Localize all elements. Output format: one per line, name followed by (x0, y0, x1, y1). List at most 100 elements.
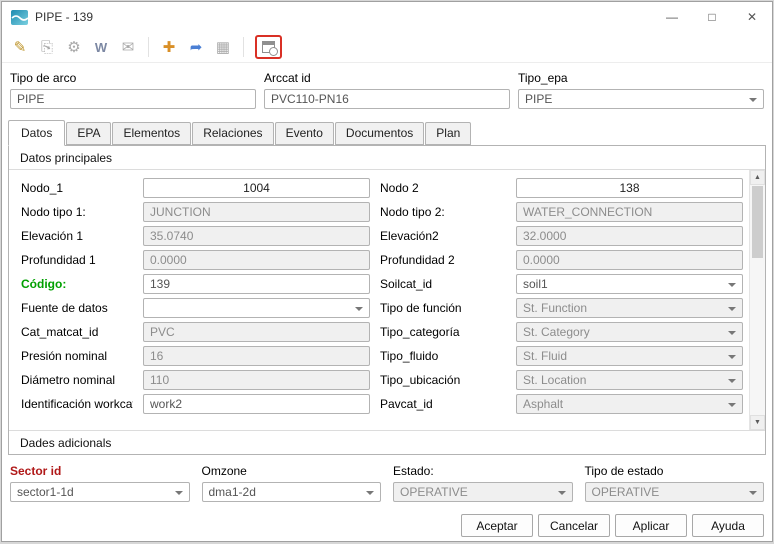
estado-group: Estado: OPERATIVE (393, 464, 573, 502)
mail-icon[interactable]: ✉ (116, 35, 140, 59)
chevron-down-icon (728, 283, 736, 287)
tipo-de-estado-group: Tipo de estado OPERATIVE (584, 464, 764, 502)
date-picker-button[interactable] (255, 35, 282, 59)
tipo-categoria-label: Tipo_categoría (380, 325, 460, 339)
diametro-nominal-field: 110 (143, 370, 370, 390)
edit-icon[interactable]: ✎ (8, 35, 32, 59)
aplicar-button[interactable]: Aplicar (615, 514, 687, 537)
estado-label: Estado: (393, 464, 434, 478)
window-controls: — □ ✕ (652, 2, 772, 32)
cat-matcat-id-field: PVC (143, 322, 370, 342)
minimize-button[interactable]: — (652, 2, 692, 32)
pavcat-id-value: Asphalt (523, 397, 564, 411)
date-picker-icon (262, 41, 278, 56)
chevron-down-icon (728, 403, 736, 407)
presion-nominal-label: Presión nominal (21, 349, 108, 363)
fuente-de-datos-select[interactable] (143, 298, 370, 318)
chevron-down-icon (728, 331, 736, 335)
tab-epa[interactable]: EPA (66, 122, 112, 145)
tipo-de-funcion-select: St. Function (516, 298, 743, 318)
aceptar-button[interactable]: Aceptar (461, 514, 533, 537)
codigo-field[interactable]: 139 (143, 274, 370, 294)
presion-nominal-field: 16 (143, 346, 370, 366)
identificacion-workcat-field[interactable]: work2 (143, 394, 370, 414)
vertical-scrollbar[interactable]: ▲ ▼ (749, 170, 765, 430)
fuente-de-datos-label: Fuente de datos (21, 301, 108, 315)
nodo-1-field[interactable]: 1004 (143, 178, 370, 198)
omzone-value: dma1-2d (208, 485, 256, 499)
chevron-down-icon (749, 491, 757, 495)
tipo-epa-select[interactable]: PIPE (518, 89, 764, 109)
profundidad-2-label: Profundidad 2 (380, 253, 455, 267)
scroll-up-icon[interactable]: ▲ (750, 170, 765, 185)
sector-id-value: sector1-1d (17, 485, 74, 499)
word-export-icon[interactable]: W (89, 35, 113, 59)
chevron-down-icon (749, 98, 757, 102)
cancelar-button[interactable]: Cancelar (538, 514, 610, 537)
arccat-id-field[interactable]: PVC110-PN16 (264, 89, 510, 109)
maximize-button[interactable]: □ (692, 2, 732, 32)
scrollbar-thumb[interactable] (752, 186, 763, 258)
estado-value: OPERATIVE (400, 485, 468, 499)
nodo-tipo-1-field: JUNCTION (143, 202, 370, 222)
cat-matcat-id-label: Cat_matcat_id (21, 325, 99, 339)
tipo-de-funcion-label: Tipo de función (380, 301, 462, 315)
tab-documentos[interactable]: Documentos (334, 122, 425, 145)
nodo-2-label: Nodo 2 (380, 181, 419, 195)
scrollbar-track[interactable] (750, 185, 765, 415)
form-grid: Nodo_1 1004 Nodo 2 138 Nodo tipo 1: JUNC… (9, 170, 749, 430)
elevacion-2-field: 32.0000 (516, 226, 743, 246)
ayuda-button[interactable]: Ayuda (692, 514, 764, 537)
dialog-buttons: Aceptar Cancelar Aplicar Ayuda (2, 506, 772, 537)
nodo-2-field[interactable]: 138 (516, 178, 743, 198)
bottom-fields: Sector id sector1-1d Omzone dma1-2d Esta… (2, 455, 772, 506)
arccat-id-group: Arccat id PVC110-PN16 (264, 71, 510, 109)
identificacion-workcat-label: Identificación workcat (21, 397, 133, 411)
toolbar-separator (243, 37, 244, 57)
omzone-group: Omzone dma1-2d (201, 464, 381, 502)
tipo-de-arco-field[interactable]: PIPE (10, 89, 256, 109)
datos-tab-panel: Datos principales Nodo_1 1004 Nodo 2 138… (8, 145, 766, 455)
omzone-label: Omzone (201, 464, 247, 478)
codigo-label: Código: (21, 277, 67, 291)
nodo-tipo-2-field: WATER_CONNECTION (516, 202, 743, 222)
image-icon[interactable]: ▦ (211, 35, 235, 59)
omzone-select[interactable]: dma1-2d (201, 482, 381, 502)
tipo-fluido-select: St. Fluid (516, 346, 743, 366)
copy-icon[interactable]: ⎘ (35, 35, 59, 59)
tipo-de-estado-value: OPERATIVE (591, 485, 660, 499)
chevron-down-icon (728, 355, 736, 359)
tipo-categoria-value: St. Category (523, 325, 590, 339)
sector-id-select[interactable]: sector1-1d (10, 482, 190, 502)
tipo-fluido-label: Tipo_fluido (380, 349, 439, 363)
tipo-de-funcion-value: St. Function (523, 301, 588, 315)
close-button[interactable]: ✕ (732, 2, 772, 32)
titlebar: PIPE - 139 — □ ✕ (2, 2, 772, 32)
forward-icon[interactable]: ➦ (184, 35, 208, 59)
tab-evento[interactable]: Evento (274, 122, 334, 145)
estado-select[interactable]: OPERATIVE (393, 482, 573, 502)
form-area: Nodo_1 1004 Nodo 2 138 Nodo tipo 1: JUNC… (9, 170, 765, 430)
tab-bar: Datos EPA Elementos Relaciones Evento Do… (2, 116, 772, 146)
tab-plan[interactable]: Plan (425, 122, 472, 145)
dades-adicionals-header[interactable]: Dades adicionals (9, 430, 765, 454)
datos-principales-header[interactable]: Datos principales (9, 146, 765, 170)
tab-relaciones[interactable]: Relaciones (192, 122, 274, 145)
settings-icon[interactable]: ⚙ (62, 35, 86, 59)
elevacion-1-label: Elevación 1 (21, 229, 84, 243)
profundidad-1-field: 0.0000 (143, 250, 370, 270)
tipo-de-arco-label: Tipo de arco (10, 71, 77, 85)
tipo-de-estado-select[interactable]: OPERATIVE (584, 482, 764, 502)
chevron-down-icon (728, 379, 736, 383)
soilcat-id-select[interactable]: soil1 (516, 274, 743, 294)
tipo-categoria-select: St. Category (516, 322, 743, 342)
pipe-dialog: PIPE - 139 — □ ✕ ✎ ⎘ ⚙ W ✉ ✚ ➦ ▦ Tipo de… (1, 1, 773, 542)
scroll-down-icon[interactable]: ▼ (750, 415, 765, 430)
nodo-tipo-1-label: Nodo tipo 1: (21, 205, 86, 219)
tab-elementos[interactable]: Elementos (112, 122, 192, 145)
tab-datos[interactable]: Datos (8, 120, 66, 146)
add-element-icon[interactable]: ✚ (157, 35, 181, 59)
toolbar: ✎ ⎘ ⚙ W ✉ ✚ ➦ ▦ (2, 32, 772, 63)
diametro-nominal-label: Diámetro nominal (21, 373, 116, 387)
tipo-epa-value: PIPE (525, 92, 553, 106)
